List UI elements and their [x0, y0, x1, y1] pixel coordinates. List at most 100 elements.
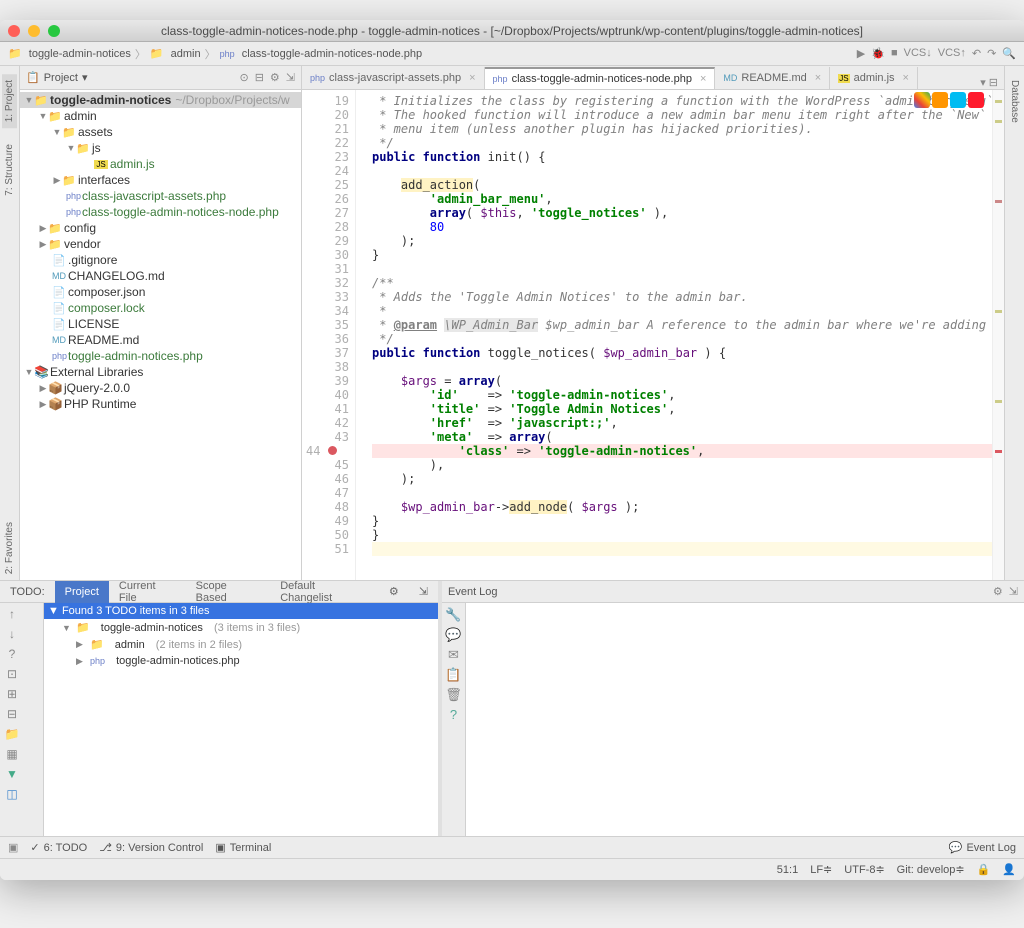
hide-icon[interactable]: ⇲ — [286, 71, 295, 84]
gear-icon[interactable]: ⚙ — [270, 71, 280, 84]
vcs-update-icon[interactable]: VCS↓ — [904, 47, 932, 60]
breadcrumb-item[interactable]: php class-toggle-admin-notices-node.php — [220, 48, 422, 60]
cursor-position[interactable]: 51:1 — [777, 864, 798, 876]
code-editor[interactable]: 1920212223242526272829303132333435363738… — [302, 90, 1004, 580]
collapse-all-icon[interactable]: ⊟ — [255, 71, 264, 84]
tree-file[interactable]: LICENSE — [20, 316, 301, 332]
todo-file[interactable]: ▶php toggle-admin-notices.php — [44, 653, 438, 669]
todo-tab-changelist[interactable]: Default Changelist — [270, 581, 379, 603]
settings-icon[interactable]: 🔧 — [444, 607, 463, 623]
lock-icon[interactable]: 🔒 — [977, 863, 991, 876]
stop-icon[interactable]: ■ — [891, 47, 898, 60]
help-icon[interactable]: ? — [444, 707, 463, 722]
line-separator[interactable]: LF≑ — [810, 863, 832, 876]
close-icon[interactable]: × — [469, 72, 475, 84]
tree-folder[interactable]: ▼admin — [20, 108, 301, 124]
hide-icon[interactable]: ⇲ — [409, 581, 438, 603]
hide-icon[interactable]: ⇲ — [1009, 585, 1018, 598]
close-icon[interactable]: × — [815, 72, 821, 84]
preview-icon[interactable]: ◫ — [4, 787, 20, 803]
editor-tab[interactable]: phpclass-javascript-assets.php× — [302, 67, 485, 89]
todo-tab-current[interactable]: Current File — [109, 581, 186, 603]
tree-libs[interactable]: ▼📚External Libraries — [20, 364, 301, 380]
autoscroll-icon[interactable]: ⊡ — [4, 667, 20, 683]
balloon-icon[interactable]: 💬 — [444, 627, 463, 643]
structure-tool-tab[interactable]: 7: Structure — [2, 138, 17, 202]
todo-folder[interactable]: ▶ admin (2 items in 2 files) — [44, 636, 438, 653]
group-icon[interactable]: 📁 — [4, 727, 20, 743]
expand-icon[interactable]: ⊞ — [4, 687, 20, 703]
close-icon[interactable]: × — [903, 72, 909, 84]
flatten-icon[interactable]: ▦ — [4, 747, 20, 763]
zoom-icon[interactable] — [48, 25, 60, 37]
gear-icon[interactable]: ⚙ — [993, 585, 1003, 598]
tree-file[interactable]: phpclass-javascript-assets.php — [20, 188, 301, 204]
undo-icon[interactable]: ↶ — [972, 47, 981, 60]
vcs-commit-icon[interactable]: VCS↑ — [938, 47, 966, 60]
favorites-tool-tab[interactable]: 2: Favorites — [2, 516, 17, 580]
todo-tab-scope[interactable]: Scope Based — [186, 581, 271, 603]
tree-file[interactable]: phpclass-toggle-admin-notices-node.php — [20, 204, 301, 220]
tree-folder[interactable]: ▼js — [20, 140, 301, 156]
help-icon[interactable]: ? — [4, 647, 20, 663]
git-branch[interactable]: Git: develop≑ — [897, 863, 965, 876]
hector-icon[interactable]: 👤 — [1002, 863, 1016, 876]
editor-tab[interactable]: phpclass-toggle-admin-notices-node.php× — [485, 67, 716, 89]
tree-lib[interactable]: ▶📦jQuery-2.0.0 — [20, 380, 301, 396]
close-icon[interactable]: × — [700, 73, 706, 85]
mark-read-icon[interactable]: ✉ — [444, 647, 463, 663]
tree-folder[interactable]: ▶interfaces — [20, 172, 301, 188]
event-log-header: Event Log ⚙ ⇲ — [442, 581, 1024, 603]
tree-lib[interactable]: ▶📦PHP Runtime — [20, 396, 301, 412]
todo-folder[interactable]: ▼ toggle-admin-notices (3 items in 3 fil… — [44, 619, 438, 636]
breadcrumb-item[interactable]: admin — [150, 47, 201, 60]
project-tool-tab[interactable]: 1: Project — [2, 74, 17, 128]
filter-icon[interactable]: ▼ — [4, 767, 20, 783]
vcs-tool-button[interactable]: ⎇ 9: Version Control — [99, 841, 203, 854]
tree-file[interactable]: MDCHANGELOG.md — [20, 268, 301, 284]
tree-folder[interactable]: ▶config — [20, 220, 301, 236]
collapse-icon[interactable]: ⊟ — [4, 707, 20, 723]
overview-ruler[interactable] — [992, 90, 1004, 580]
gear-icon[interactable]: ⚙ — [379, 581, 409, 603]
event-log-button[interactable]: 💬 Event Log — [949, 841, 1016, 854]
opera-icon[interactable] — [968, 92, 984, 108]
code-content[interactable]: * Initializes the class by registering a… — [356, 90, 992, 580]
tool-windows-icon[interactable]: ▣ — [8, 841, 18, 854]
tabs-dropdown-icon[interactable]: ▾ ⊟ — [974, 76, 1004, 89]
firefox-icon[interactable] — [932, 92, 948, 108]
run-icon[interactable]: ▶ — [857, 47, 865, 60]
tree-file[interactable]: composer.json — [20, 284, 301, 300]
chrome-icon[interactable] — [914, 92, 930, 108]
todo-tab-project[interactable]: Project — [55, 581, 109, 603]
copy-icon[interactable]: 📋 — [444, 667, 463, 683]
tree-file[interactable]: JSadmin.js — [20, 156, 301, 172]
tree-folder[interactable]: ▶vendor — [20, 236, 301, 252]
close-icon[interactable] — [8, 25, 20, 37]
debug-icon[interactable]: 🐞 — [871, 47, 885, 60]
safari-icon[interactable] — [950, 92, 966, 108]
search-icon[interactable]: 🔍 — [1002, 47, 1016, 60]
tree-file[interactable]: .gitignore — [20, 252, 301, 268]
tree-file[interactable]: MDREADME.md — [20, 332, 301, 348]
file-encoding[interactable]: UTF-8≑ — [844, 863, 884, 876]
gutter[interactable]: 1920212223242526272829303132333435363738… — [302, 90, 356, 580]
terminal-tool-button[interactable]: ▣ Terminal — [215, 841, 271, 854]
next-icon[interactable]: ↓ — [4, 627, 20, 643]
clear-icon[interactable]: 🗑 — [444, 687, 463, 703]
todo-summary[interactable]: ▼ Found 3 TODO items in 3 files — [44, 603, 438, 619]
redo-icon[interactable]: ↷ — [987, 47, 996, 60]
editor-tab[interactable]: JSadmin.js× — [830, 67, 918, 89]
tree-folder[interactable]: ▼assets — [20, 124, 301, 140]
scroll-from-source-icon[interactable]: ⊙ — [239, 71, 248, 84]
database-tool-tab[interactable]: Database — [1007, 74, 1022, 129]
tree-file[interactable]: composer.lock — [20, 300, 301, 316]
tree-root[interactable]: ▼toggle-admin-notices~/Dropbox/Projects/… — [20, 92, 301, 108]
tree-file[interactable]: phptoggle-admin-notices.php — [20, 348, 301, 364]
minimize-icon[interactable] — [28, 25, 40, 37]
todo-tool-button[interactable]: ✓ 6: TODO — [30, 841, 87, 854]
prev-icon[interactable]: ↑ — [4, 607, 20, 623]
project-panel-title[interactable]: 📋 Project ▾ — [26, 71, 87, 84]
editor-tab[interactable]: MDREADME.md× — [715, 67, 830, 89]
breadcrumb-item[interactable]: toggle-admin-notices — [8, 47, 131, 60]
